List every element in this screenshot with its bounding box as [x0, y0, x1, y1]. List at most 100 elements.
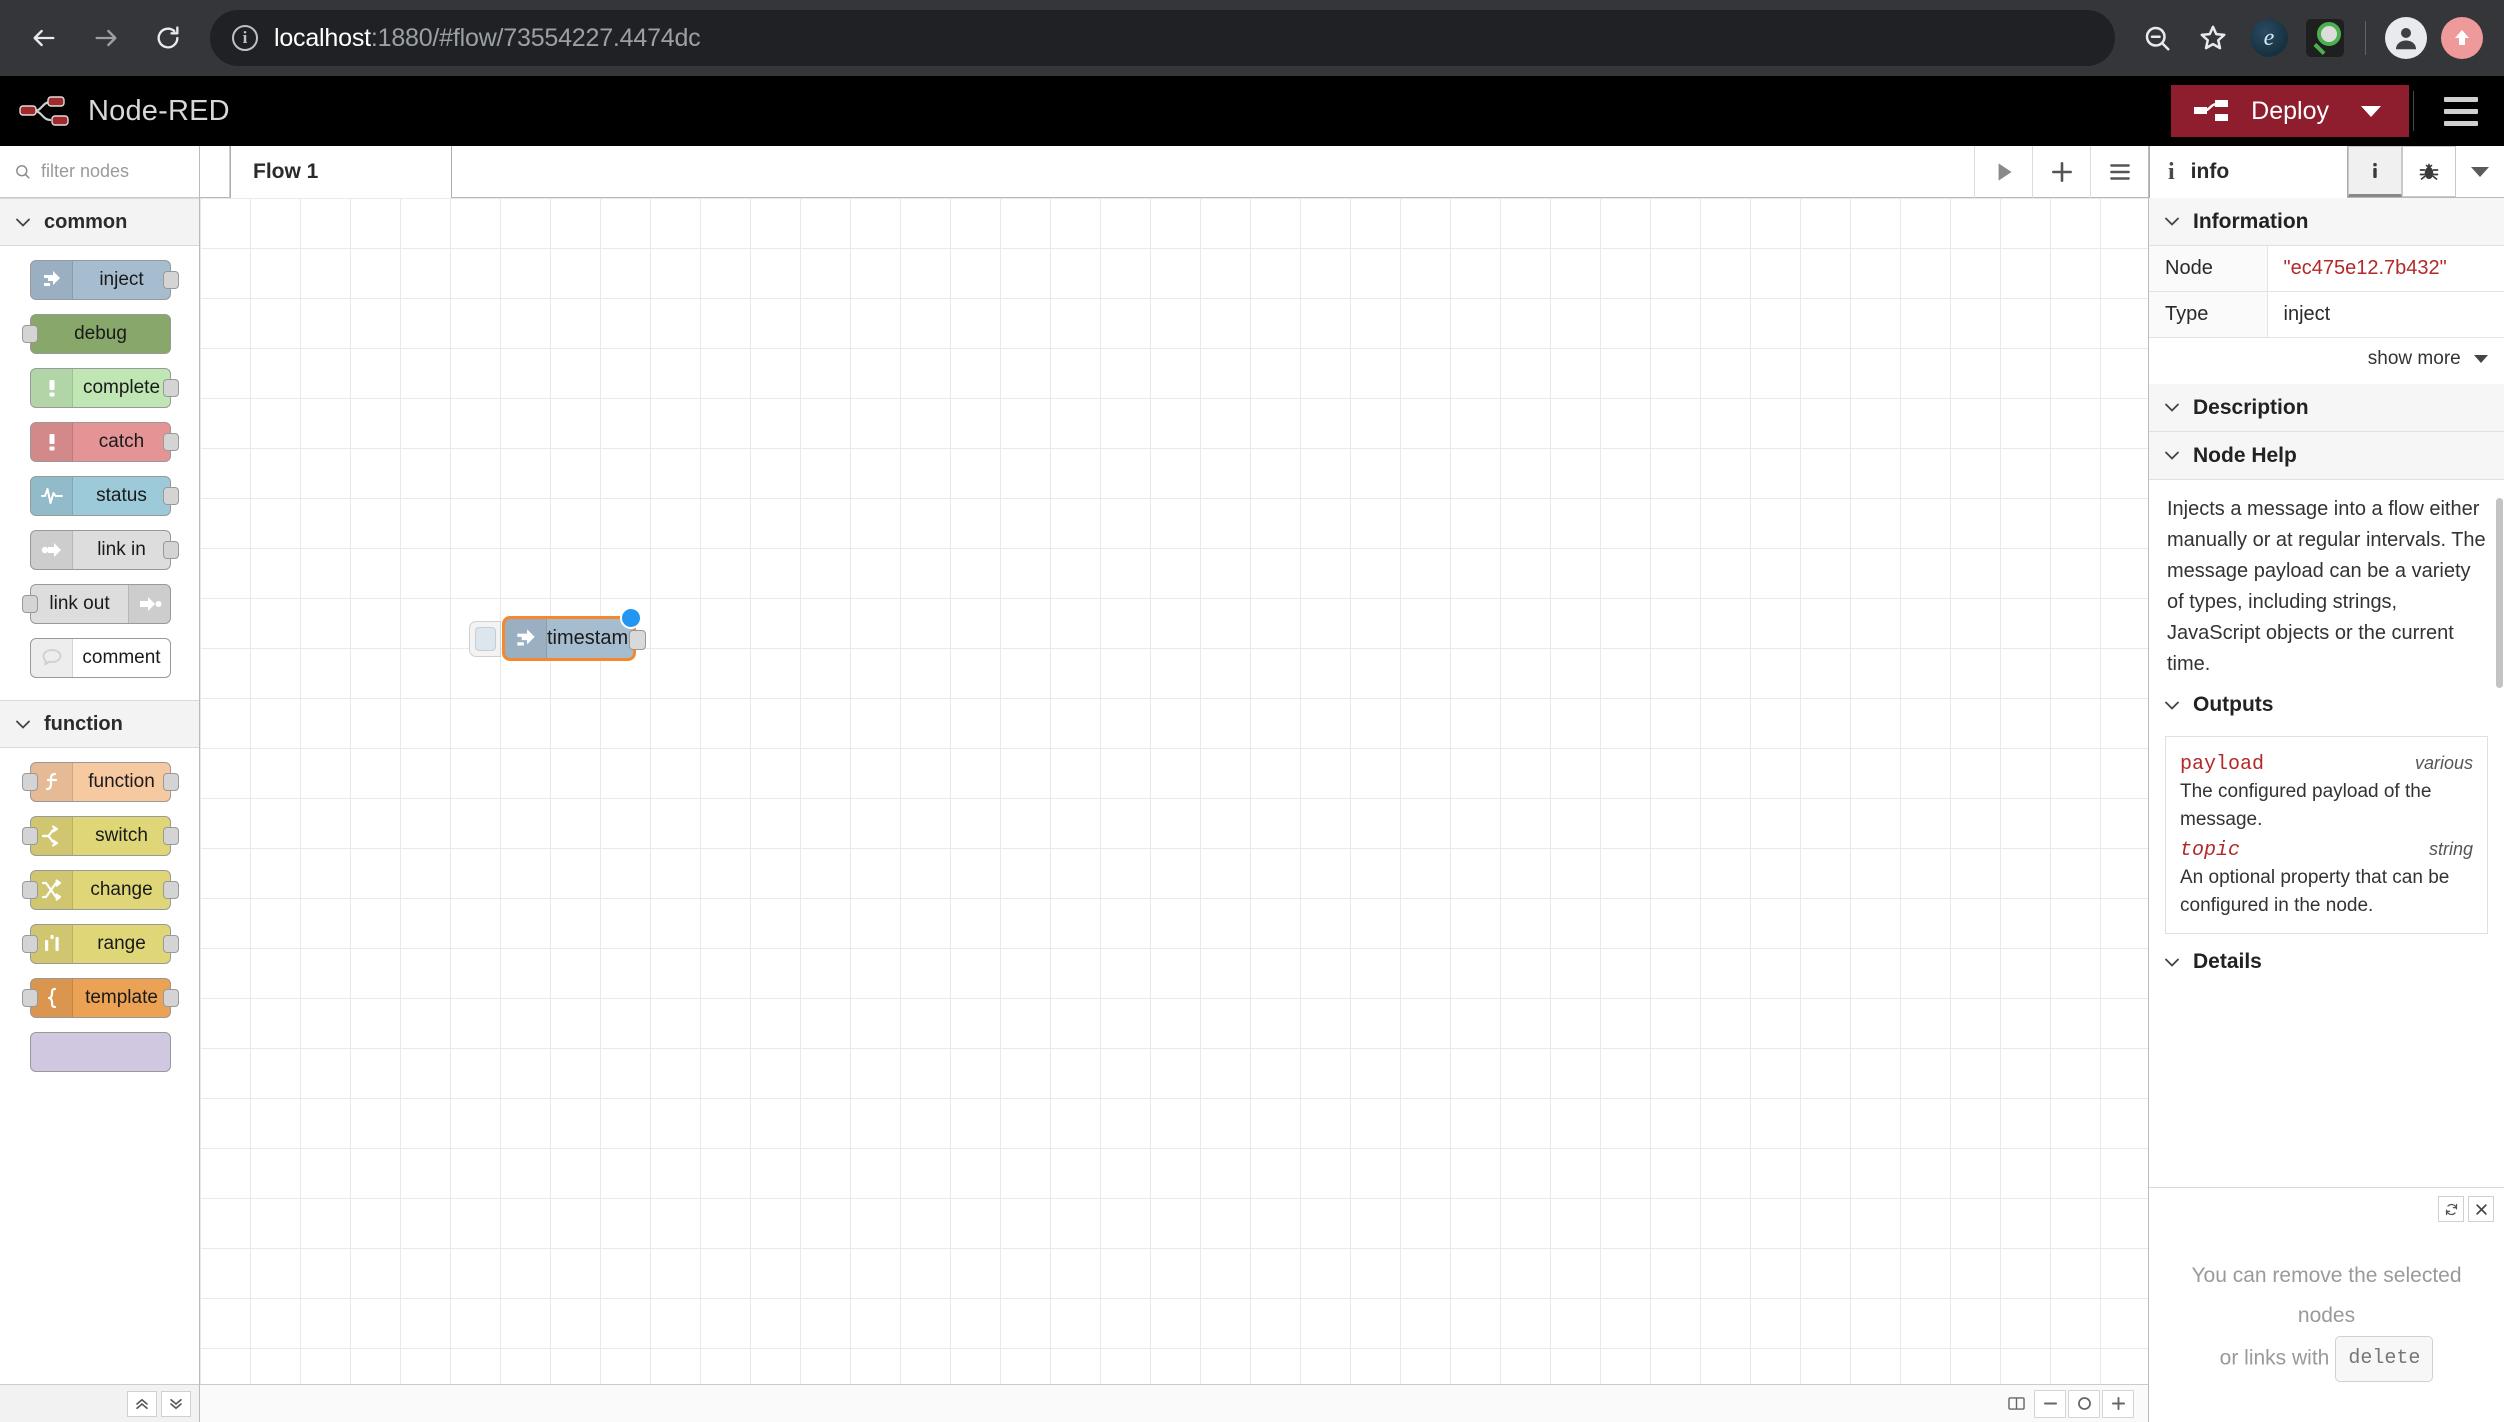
output-name: topic [2180, 839, 2240, 862]
node-input-port[interactable] [22, 989, 38, 1007]
info-value: "ec475e12.7b432" [2267, 246, 2504, 292]
extension-magnifier-button[interactable] [2299, 12, 2351, 64]
site-info-icon[interactable]: i [232, 25, 258, 51]
update-button[interactable] [2436, 12, 2488, 64]
exclamation-icon [31, 369, 73, 407]
palette-node-template[interactable]: template [0, 978, 199, 1023]
main-menu-button[interactable] [2418, 97, 2504, 126]
zoom-in-button[interactable] [2102, 1390, 2134, 1418]
palette-node-change[interactable]: change [0, 870, 199, 915]
expand-all-button[interactable] [161, 1391, 191, 1417]
chevron-down-icon [2471, 167, 2489, 177]
node-label: function [73, 771, 170, 793]
flow-node-timestamp[interactable]: timestamp [502, 616, 636, 661]
flow-canvas[interactable]: timestamp [200, 198, 2148, 1384]
node-output-port[interactable] [163, 433, 179, 451]
section-title: Outputs [2193, 693, 2273, 717]
address-bar[interactable]: i localhost:1880/#flow/73554227.4474dc [210, 10, 2115, 66]
node-output-port[interactable] [629, 630, 646, 650]
zoom-in-icon [2109, 1394, 2128, 1413]
chevron-down-icon[interactable] [2361, 106, 2381, 117]
node-input-port[interactable] [22, 773, 38, 791]
list-flows-button[interactable] [2090, 146, 2148, 198]
deploy-button[interactable]: Deploy [2171, 85, 2409, 137]
node-input-port[interactable] [22, 881, 38, 899]
node-input-port[interactable] [22, 827, 38, 845]
palette-category-common[interactable]: common [0, 198, 199, 246]
palette-node-function[interactable]: function [0, 762, 199, 807]
forward-arrow-icon [92, 24, 120, 52]
node-red-logo-icon [18, 94, 74, 128]
sidebar-info-button[interactable] [2348, 146, 2402, 197]
section-outputs[interactable]: Outputs [2149, 684, 2504, 726]
node-output-port[interactable] [163, 541, 179, 559]
node-input-port[interactable] [22, 325, 38, 343]
section-information[interactable]: Information [2149, 198, 2504, 246]
tab-info[interactable]: i info [2149, 146, 2348, 198]
play-triangle-icon [1991, 159, 2017, 185]
output-desc: The configured payload of the message. [2180, 778, 2473, 833]
palette-node-debug[interactable]: debug [0, 314, 199, 359]
navigator-button[interactable] [2000, 1390, 2032, 1418]
zoom-out-button[interactable] [2131, 12, 2183, 64]
list-icon [2107, 159, 2133, 185]
palette-node-status[interactable]: status [0, 476, 199, 521]
header-actions: Deploy [2171, 76, 2504, 146]
palette-node-partial[interactable] [0, 1032, 199, 1077]
node-output-port[interactable] [163, 935, 179, 953]
palette-category-function[interactable]: function [0, 700, 199, 748]
browser-back-button[interactable] [16, 10, 72, 66]
close-tip-button[interactable] [2468, 1196, 2494, 1222]
tab-flow-1[interactable]: Flow 1 [230, 146, 452, 198]
extension-ghost-button[interactable]: e [2243, 12, 2295, 64]
show-more-button[interactable]: show more [2149, 338, 2504, 384]
refresh-icon [2444, 1202, 2459, 1217]
section-node-help[interactable]: Node Help [2149, 432, 2504, 480]
profile-button[interactable] [2380, 12, 2432, 64]
hamburger-menu-icon [2444, 97, 2478, 102]
info-key: Node [2149, 246, 2267, 292]
section-title: Node Help [2193, 444, 2297, 468]
node-label: complete [73, 377, 170, 399]
inject-arrow-icon [505, 619, 547, 658]
browser-reload-button[interactable] [140, 10, 196, 66]
palette-list: common inject debug [0, 198, 199, 1422]
palette-node-complete[interactable]: complete [0, 368, 199, 413]
node-output-port[interactable] [163, 989, 179, 1007]
ghost-extension-icon: e [2250, 19, 2288, 57]
node-output-port[interactable] [163, 379, 179, 397]
output-desc: An optional property that can be configu… [2180, 864, 2473, 919]
node-output-port[interactable] [163, 487, 179, 505]
refresh-tip-button[interactable] [2438, 1196, 2464, 1222]
node-label: link in [73, 539, 170, 561]
node-input-port[interactable] [22, 935, 38, 953]
section-details[interactable]: Details [2149, 940, 2504, 984]
bookmark-button[interactable] [2187, 12, 2239, 64]
add-flow-button[interactable] [2032, 146, 2090, 198]
sidebar-scrollbar[interactable] [2496, 498, 2503, 688]
palette-node-catch[interactable]: catch [0, 422, 199, 467]
zoom-out-button[interactable] [2034, 1390, 2066, 1418]
palette-node-link-in[interactable]: link in [0, 530, 199, 575]
palette-search-placeholder: filter nodes [41, 161, 129, 182]
collapse-all-button[interactable] [127, 1391, 157, 1417]
run-flow-button[interactable] [1974, 146, 2032, 198]
sidebar-more-button[interactable] [2456, 146, 2504, 197]
palette-search[interactable]: filter nodes [0, 146, 199, 198]
inject-trigger-button[interactable] [469, 621, 501, 657]
palette-node-inject[interactable]: inject [0, 260, 199, 305]
zoom-reset-button[interactable] [2068, 1390, 2100, 1418]
palette-node-comment[interactable]: comment [0, 638, 199, 683]
node-output-port[interactable] [163, 881, 179, 899]
zoom-reset-icon [2075, 1394, 2094, 1413]
node-output-port[interactable] [163, 827, 179, 845]
node-output-port[interactable] [163, 773, 179, 791]
palette-node-range[interactable]: range [0, 924, 199, 969]
palette-node-switch[interactable]: switch [0, 816, 199, 861]
sidebar-debug-button[interactable] [2402, 146, 2456, 197]
browser-forward-button[interactable] [78, 10, 134, 66]
node-input-port[interactable] [22, 595, 38, 613]
node-output-port[interactable] [163, 271, 179, 289]
section-description[interactable]: Description [2149, 384, 2504, 432]
palette-node-link-out[interactable]: link out [0, 584, 199, 629]
